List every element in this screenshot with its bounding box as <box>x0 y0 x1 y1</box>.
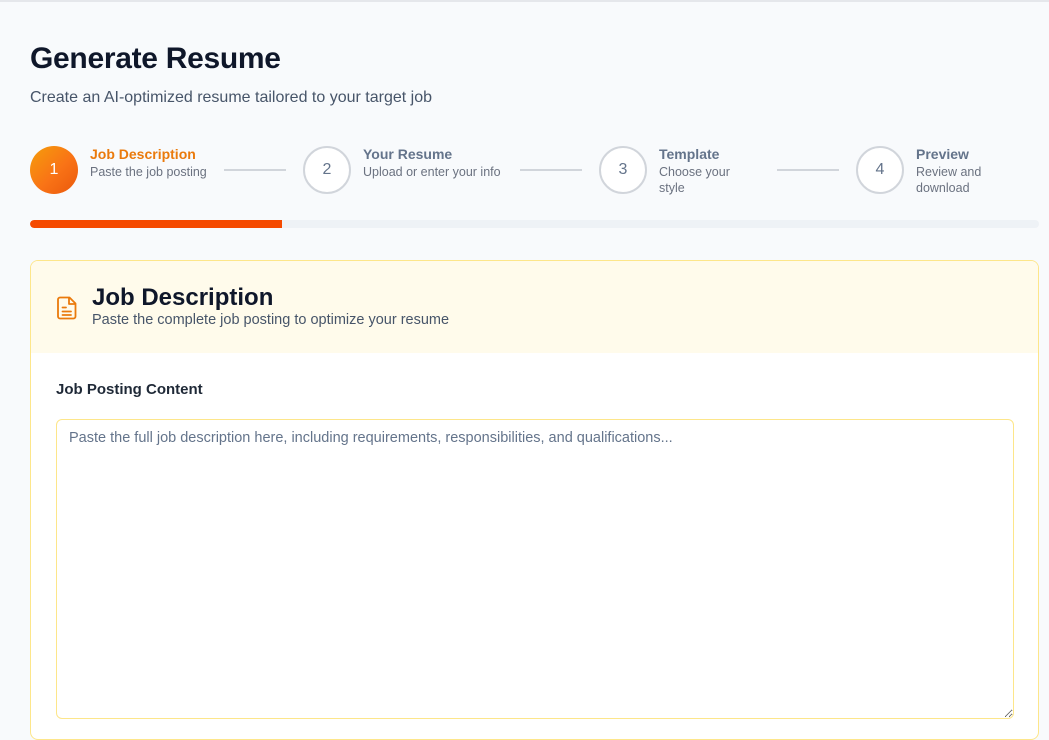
step-label: Template <box>659 146 720 162</box>
step-description: Upload or enter your info <box>363 165 501 179</box>
step-number: 2 <box>303 146 351 194</box>
job-description-card: Job Description Paste the complete job p… <box>30 260 1039 740</box>
top-divider <box>0 0 1049 2</box>
step-number: 3 <box>599 146 647 194</box>
page-subtitle: Create an AI-optimized resume tailored t… <box>30 89 432 106</box>
step-description: Paste the job posting <box>90 165 207 179</box>
card-title: Job Description <box>92 284 274 311</box>
step-connector <box>224 169 286 171</box>
step-label: Job Description <box>90 146 196 162</box>
step-connector <box>777 169 839 171</box>
step-description: Choose your style <box>659 165 730 195</box>
step-description: Review and download <box>916 165 982 195</box>
progress-fill <box>30 220 283 228</box>
job-posting-label: Job Posting Content <box>56 381 203 398</box>
progress-bar <box>30 220 1039 228</box>
card-header: Job Description Paste the complete job p… <box>31 261 1038 353</box>
step-number: 4 <box>856 146 904 194</box>
step-number: 1 <box>30 146 78 194</box>
step-connector <box>520 169 582 171</box>
page-title: Generate Resume <box>30 42 281 75</box>
step-label: Preview <box>916 146 969 162</box>
card-subtitle: Paste the complete job posting to optimi… <box>92 312 450 328</box>
step-label: Your Resume <box>363 146 453 162</box>
stepper: 1 Job Description Paste the job posting … <box>30 145 1039 197</box>
job-description-textarea[interactable] <box>56 419 1014 719</box>
document-text-icon <box>57 296 77 320</box>
